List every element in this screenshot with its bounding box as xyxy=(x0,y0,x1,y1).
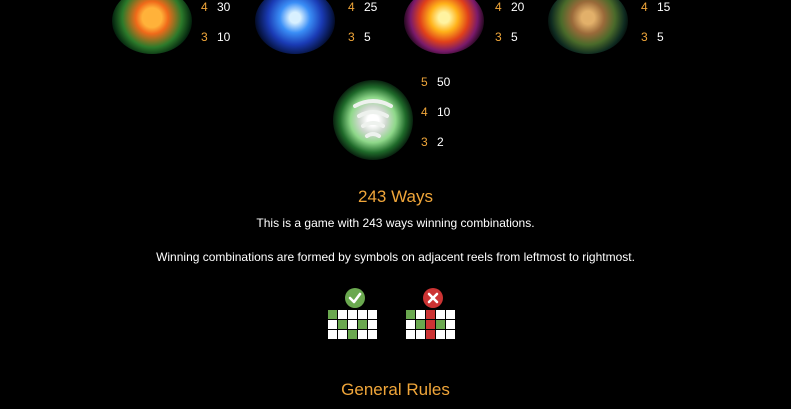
pay-value: 5 xyxy=(364,30,371,44)
ways-rule: Winning combinations are formed by symbo… xyxy=(156,250,635,264)
wind-tornado-icon xyxy=(333,80,413,160)
pay-value: 20 xyxy=(511,0,525,14)
pay-value: 2 xyxy=(437,135,444,149)
pay-value: 10 xyxy=(217,30,231,44)
pay-count: 3 xyxy=(421,135,428,149)
pay-value: 25 xyxy=(364,0,378,14)
pay-value: 15 xyxy=(657,0,671,14)
pay-value: 30 xyxy=(217,0,231,14)
pay-count: 3 xyxy=(348,30,355,44)
pay-count: 4 xyxy=(421,105,428,119)
ways-description: This is a game with 243 ways winning com… xyxy=(256,216,535,230)
ways-heading: 243 Ways xyxy=(358,187,433,206)
pay-value: 5 xyxy=(511,30,518,44)
pay-count: 3 xyxy=(201,30,208,44)
reel-grid xyxy=(328,310,377,339)
pay-count: 4 xyxy=(495,0,502,14)
check-icon xyxy=(345,288,365,308)
general-rules-heading: General Rules xyxy=(341,380,450,399)
cross-icon xyxy=(423,288,443,308)
blue-water-orb-icon xyxy=(255,0,335,54)
reel-grid xyxy=(406,310,455,339)
pay-count: 4 xyxy=(641,0,648,14)
pay-value: 5 xyxy=(657,30,664,44)
fire-orb-icon xyxy=(404,0,484,54)
earth-tree-icon xyxy=(548,0,628,54)
pay-count: 3 xyxy=(641,30,648,44)
lily-flower-icon xyxy=(112,0,192,54)
pay-count: 4 xyxy=(201,0,208,14)
pay-value: 50 xyxy=(437,75,451,89)
pay-count: 5 xyxy=(421,75,428,89)
pay-count: 4 xyxy=(348,0,355,14)
pay-value: 10 xyxy=(437,105,451,119)
pay-count: 3 xyxy=(495,30,502,44)
